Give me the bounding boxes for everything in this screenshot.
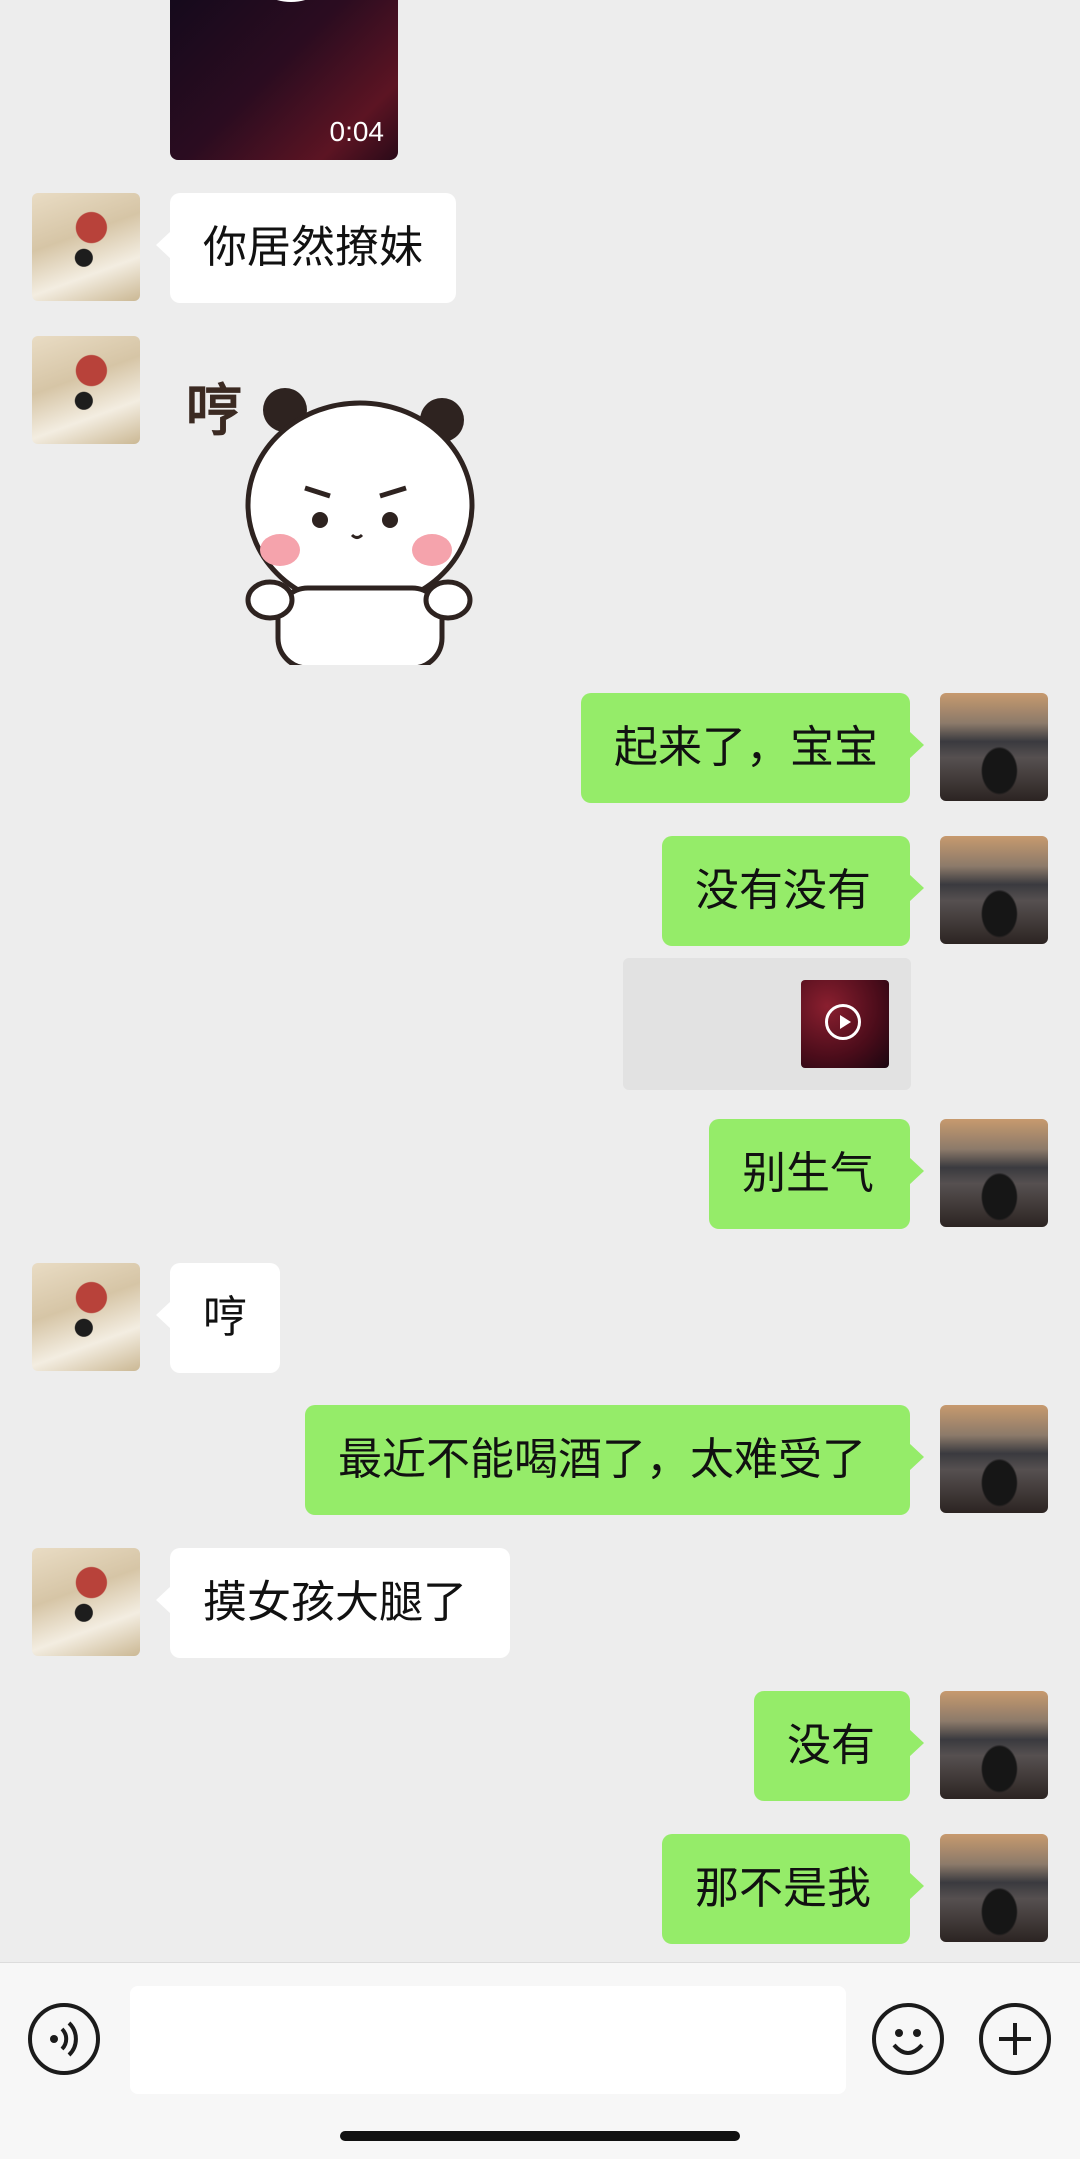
outgoing-message[interactable]: 没有 — [754, 1691, 924, 1801]
incoming-message[interactable]: 你居然撩妹 — [156, 193, 456, 303]
outgoing-message[interactable]: 起来了，宝宝 — [581, 693, 924, 803]
my-avatar[interactable] — [940, 1691, 1048, 1799]
outgoing-message[interactable]: 别生气 — [709, 1119, 924, 1229]
my-avatar[interactable] — [940, 1834, 1048, 1942]
panda-sticker[interactable]: 哼 — [180, 360, 480, 665]
plus-icon — [999, 2023, 1031, 2055]
my-avatar[interactable] — [940, 1405, 1048, 1513]
play-icon — [825, 1004, 861, 1040]
video-duration: 0:04 — [329, 116, 385, 147]
my-avatar[interactable] — [940, 836, 1048, 944]
video-message[interactable]: 0:04 — [0, 0, 1080, 160]
emoji-icon — [892, 2029, 924, 2055]
contact-avatar[interactable] — [32, 336, 140, 444]
contact-avatar[interactable] — [32, 1263, 140, 1371]
voice-button[interactable] — [28, 2003, 100, 2075]
contact-avatar[interactable] — [32, 193, 140, 301]
more-button[interactable] — [979, 2003, 1051, 2075]
outgoing-message[interactable]: 没有没有 — [662, 836, 924, 946]
incoming-message[interactable]: 哼 — [156, 1263, 280, 1373]
incoming-message[interactable]: 摸女孩大腿了 — [156, 1548, 510, 1658]
sticker-text: 哼 — [186, 379, 242, 444]
outgoing-message[interactable]: 最近不能喝酒了，太难受了 — [305, 1405, 924, 1515]
outgoing-message[interactable]: 那不是我 — [662, 1834, 924, 1944]
message-input[interactable] — [130, 1986, 846, 2094]
emoji-button[interactable] — [872, 2003, 944, 2075]
input-bar — [0, 1962, 1080, 2159]
voice-icon — [50, 2021, 78, 2057]
my-avatar[interactable] — [940, 693, 1048, 801]
quoted-video[interactable] — [623, 958, 911, 1090]
contact-avatar[interactable] — [32, 1548, 140, 1656]
home-indicator — [340, 2131, 740, 2141]
quoted-video-thumbnail[interactable] — [801, 980, 889, 1068]
video-thumbnail[interactable]: 0:04 — [170, 0, 398, 160]
my-avatar[interactable] — [940, 1119, 1048, 1227]
play-icon — [240, 0, 342, 2]
